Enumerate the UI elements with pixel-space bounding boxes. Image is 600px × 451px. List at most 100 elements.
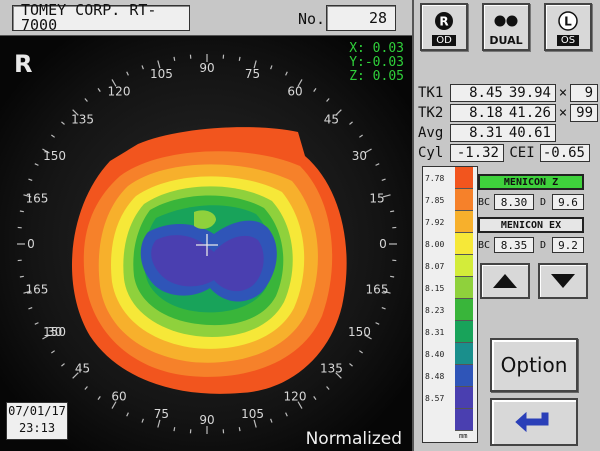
angle-label: 165: [366, 283, 389, 297]
scale-row: 7.85: [423, 189, 479, 211]
cyl-value: -1.32: [450, 144, 504, 162]
angle-label: 30: [47, 325, 62, 339]
os-label: OS: [556, 35, 580, 46]
tk2-row: TK2 8.18 41.26 × 99: [418, 104, 598, 122]
scale-value: 8.23: [425, 306, 445, 315]
scale-swatch: [455, 167, 473, 189]
coord-z: Z: 0.05: [349, 69, 404, 84]
lens-2-d: 9.2: [552, 237, 584, 253]
avg-label: Avg: [418, 125, 444, 141]
tk1-times: ×: [558, 85, 568, 101]
angle-tick: [238, 427, 241, 432]
angle-label: 120: [108, 85, 131, 99]
angle-label: 45: [75, 361, 90, 375]
angle-label: 0: [27, 237, 35, 251]
scale-value: 8.40: [425, 350, 445, 359]
angle-label: 90: [199, 61, 214, 75]
angle-label: 150: [348, 325, 371, 339]
scale-value: 8.31: [425, 328, 445, 337]
scale-row: 8.07: [423, 255, 479, 277]
exam-number-value: 28: [326, 5, 396, 31]
angle-tick: [19, 210, 24, 213]
tk2-axis: 99: [570, 104, 598, 122]
od-button[interactable]: R OD: [420, 3, 468, 51]
exam-time: 23:13: [18, 421, 56, 435]
scale-row: 8.48: [423, 365, 479, 387]
scale-row: 7.78: [423, 167, 479, 189]
alignment-coords: X: 0.03 Y:-0.03 Z: 0.05: [349, 42, 404, 84]
tk1-row: TK1 8.45 39.94 × 9: [418, 84, 598, 102]
scale-value: 7.78: [425, 174, 445, 183]
angle-label: 75: [154, 407, 169, 421]
device-model: TOMEY CORP. RT-7000: [12, 3, 190, 33]
return-button[interactable]: [490, 398, 578, 446]
topography-canvas: 90105120135150165016515045306075 90 105120…: [0, 36, 412, 451]
avg-row: Avg 8.31 40.61: [418, 124, 556, 142]
od-label: OD: [432, 35, 456, 46]
option-button[interactable]: Option: [490, 338, 578, 392]
lens-1-d: 9.6: [552, 194, 584, 210]
eye-indicator: R: [14, 50, 33, 78]
topography-bands: [71, 127, 347, 394]
up-arrow-icon: [493, 274, 517, 288]
scale-swatch: [455, 343, 473, 365]
scale-row: 8.00: [423, 233, 479, 255]
right-panel: R OD DUAL L OS TK1 8.45 39.94 × 9 TK2 8.…: [412, 0, 600, 451]
os-button[interactable]: L OS: [544, 3, 592, 51]
coord-y: Y:-0.03: [349, 55, 404, 70]
scale-value: 8.00: [425, 240, 445, 249]
down-arrow-icon: [551, 274, 575, 288]
angle-label: 45: [324, 113, 339, 127]
scale-row: 8.15: [423, 277, 479, 299]
scale-swatch: [455, 299, 473, 321]
cei-value: -0.65: [540, 144, 590, 162]
angle-label: 150: [43, 149, 66, 163]
os-letter: L: [564, 15, 572, 29]
angle-label: 105: [150, 67, 173, 81]
scale-swatch: [455, 321, 473, 343]
dual-button[interactable]: DUAL: [482, 3, 530, 51]
angle-tick: [173, 56, 176, 61]
lens-1-bc: 8.30: [494, 194, 534, 210]
scale-swatch: [455, 409, 473, 431]
angle-label: 90: [199, 413, 214, 427]
angle-tick: [238, 56, 241, 61]
header-bar: TOMEY CORP. RT-7000 No. 28: [0, 0, 412, 36]
angle-label: 0: [379, 237, 387, 251]
angle-tick: [19, 275, 24, 278]
scroll-down-button[interactable]: [538, 263, 588, 299]
scale-swatch: [455, 365, 473, 387]
exam-datetime: 07/01/17 23:13: [6, 402, 68, 440]
scroll-up-button[interactable]: [480, 263, 530, 299]
dual-label: DUAL: [489, 34, 523, 47]
angle-tick: [390, 275, 395, 278]
lens-2-d-label: D: [539, 239, 547, 251]
lens-2-name[interactable]: MENICON EX: [478, 217, 584, 233]
cei-label: CEI: [509, 145, 535, 161]
scale-row: 8.57: [423, 387, 479, 409]
angle-label: 15: [369, 191, 384, 205]
tk2-diopter: 41.26: [508, 105, 551, 121]
eye-left-icon: L: [558, 11, 578, 31]
tk1-diopter: 39.94: [508, 85, 551, 101]
lens-2-bc: 8.35: [494, 237, 534, 253]
tk1-axis: 9: [570, 84, 598, 102]
dual-eye-icon: [494, 15, 518, 27]
scale-row: 8.31: [423, 321, 479, 343]
scale-row: 7.92: [423, 211, 479, 233]
scale-unit: mm: [459, 432, 468, 440]
tk2-values: 8.18 41.26: [450, 104, 556, 122]
scale-swatch: [455, 277, 473, 299]
lens-2-bc-label: BC: [478, 239, 491, 251]
exam-number-label: No.: [298, 10, 326, 28]
scale-row: [423, 409, 479, 431]
angle-label: 75: [245, 67, 260, 81]
scale-mode-label: Normalized: [305, 429, 402, 449]
eye-right-icon: R: [435, 12, 453, 30]
scale-value: 8.57: [425, 394, 445, 403]
scale-swatch: [455, 211, 473, 233]
lens-1-name[interactable]: MENICON Z: [478, 174, 584, 190]
scale-swatch: [455, 233, 473, 255]
scale-value: 8.15: [425, 284, 445, 293]
scale-swatch: [455, 387, 473, 409]
